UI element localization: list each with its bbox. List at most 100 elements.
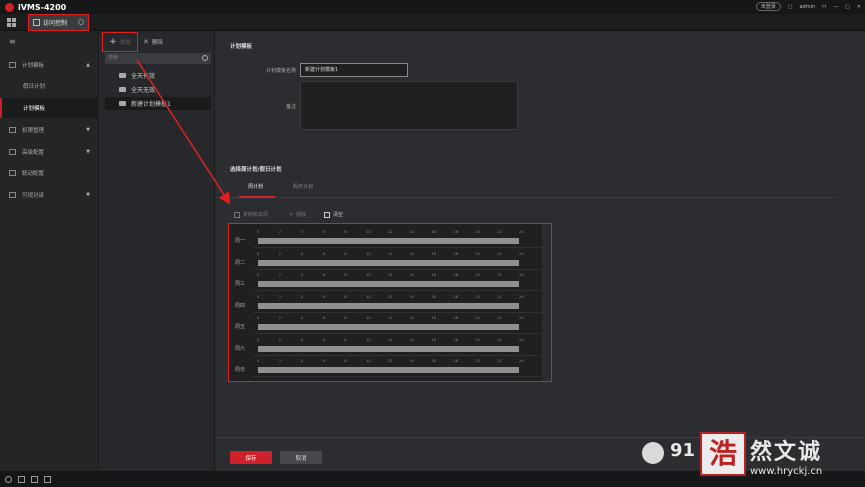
chevron-down-icon: ▼	[86, 127, 90, 133]
hour-tick-label: 16	[431, 273, 437, 277]
hour-tick-label: 4	[300, 359, 303, 363]
lock-screen-icon[interactable]: ⊓	[822, 4, 826, 10]
schedule-time-bar[interactable]	[258, 238, 519, 244]
intercom-icon	[9, 192, 16, 198]
tab-holiday-schedule[interactable]: 假日计划	[293, 183, 313, 190]
chevron-up-icon: ▲	[86, 62, 90, 68]
maximize-icon[interactable]: □	[845, 4, 850, 10]
sidebar-item-holiday-schedule[interactable]: 假日计划	[0, 76, 99, 96]
day-row[interactable]: 周五 0 2 4 6 8 10 12 14 16 18 20 22 24	[229, 314, 551, 335]
sidebar-item-template-active[interactable]: 计划模板	[0, 98, 99, 118]
title-bar: iVMS-4200 未登录 ▢ admin ⊓ — □ ✕	[0, 0, 865, 14]
trash-status-icon[interactable]	[18, 475, 25, 483]
copy-to-week-button[interactable]: 复制到本周	[234, 211, 268, 218]
login-status-button[interactable]: 未登录	[755, 2, 781, 11]
hour-tick-label: 18	[453, 316, 458, 320]
row-separator	[253, 376, 542, 377]
remark-textarea[interactable]	[300, 81, 518, 130]
hour-tick-label: 14	[409, 251, 415, 256]
delete-label: 删除	[296, 212, 307, 218]
sidebar-item-intercom[interactable]: 可视对讲 ▼	[0, 185, 99, 205]
hour-tick-label: 16	[431, 359, 437, 363]
close-icon[interactable]: ✕	[857, 4, 861, 10]
template-item-label: 新建计划模板1	[131, 101, 171, 108]
search-icon[interactable]	[202, 55, 208, 61]
lock-icon[interactable]: ▢	[788, 4, 793, 10]
template-item-all-day-invalid[interactable]: 全天无效	[105, 83, 211, 96]
schedule-time-bar[interactable]	[258, 259, 519, 266]
tab-week-schedule[interactable]: 周计划	[248, 183, 263, 190]
hour-tick-label: 12	[388, 294, 393, 299]
module-tab-bar: 访问控制	[0, 14, 865, 31]
template-item-label: 全天无效	[131, 87, 156, 94]
hour-tick-label: 14	[409, 359, 415, 363]
delete-template-button[interactable]: ✕ 删除	[143, 38, 163, 46]
template-toolbar: + 添加 ✕ 删除	[100, 31, 215, 52]
sound-icon[interactable]	[44, 475, 51, 483]
section-title-template: 计划模板	[230, 44, 253, 50]
minimize-icon[interactable]: —	[833, 4, 838, 10]
schedule-time-bar[interactable]	[258, 367, 519, 373]
hour-tick-label: 10	[366, 316, 371, 320]
hour-tick-label: 24	[519, 337, 524, 342]
user-menu[interactable]: admin	[799, 4, 815, 10]
template-name-label: 计划模板名称	[265, 68, 296, 74]
template-icon	[119, 73, 126, 78]
hour-tick-label: 12	[388, 316, 393, 320]
hour-tick-label: 8	[344, 359, 347, 363]
file-icon[interactable]	[31, 475, 38, 483]
sidebar-item-label: 权限管理	[22, 128, 45, 134]
add-template-button[interactable]: + 添加	[102, 31, 138, 52]
row-separator	[253, 290, 542, 291]
sidebar-item-label: 可视对讲	[22, 193, 45, 199]
template-name-input[interactable]: 新建计划模板1	[300, 63, 408, 77]
template-list-panel: + 添加 ✕ 删除 搜索 全天有效 全天无效 新建计划模板1	[100, 31, 215, 471]
cancel-button[interactable]: 取消	[280, 451, 322, 464]
hour-tick-label: 2	[278, 337, 282, 342]
hour-tick-label: 6	[322, 273, 325, 277]
template-item-all-day-valid[interactable]: 全天有效	[105, 69, 211, 82]
save-button[interactable]: 保存	[230, 451, 272, 464]
week-schedule-grid[interactable]: 周一 0 2 4 6 8 10 12 14 16 18 20 22 24 周二 0 2 4 6 8 10 12 14 16 18…	[228, 223, 552, 382]
tab-close-icon[interactable]	[78, 19, 84, 25]
schedule-time-bar[interactable]	[258, 281, 519, 287]
day-row[interactable]: 周日 0 2 4 6 8 10 12 14 16 18 20 22 24	[229, 357, 551, 378]
template-search-input[interactable]: 搜索	[105, 53, 211, 64]
app-title: iVMS-4200	[18, 2, 67, 12]
hour-tick-label: 0	[257, 251, 260, 256]
sidebar-collapse-icon[interactable]: ≡	[9, 37, 16, 46]
sidebar-item-linkage[interactable]: 联动配置	[0, 163, 99, 183]
hour-tick-label: 14	[409, 273, 415, 277]
hour-tick-label: 24	[519, 316, 524, 320]
hour-ticks: 0 2 4 6 8 10 12 14 16 18 20 22 24	[257, 337, 524, 343]
schedule-section-title: 选择周计划/假日计划	[230, 167, 282, 173]
hour-tick-label: 8	[344, 294, 347, 299]
delete-schedule-button[interactable]: ✕ 删除	[289, 211, 307, 219]
remark-label: 备注	[285, 104, 296, 110]
add-template-label: 添加	[119, 39, 131, 46]
sidebar-item-advanced[interactable]: 高级配置 ▼	[0, 142, 99, 162]
chevron-down-icon: ▼	[86, 149, 90, 155]
clear-schedule-button[interactable]: 清空	[324, 211, 343, 218]
tab-access-control[interactable]: 访问控制	[28, 14, 89, 31]
module-grid-icon[interactable]	[7, 18, 16, 27]
schedule-time-bar[interactable]	[258, 345, 519, 352]
day-row[interactable]: 周二 0 2 4 6 8 10 12 14 16 18 20 22 24	[229, 250, 551, 271]
schedule-time-bar[interactable]	[258, 324, 519, 330]
sidebar-item-schedule-template[interactable]: 计划模板 ▲	[0, 55, 99, 75]
day-row[interactable]: 周六 0 2 4 6 8 10 12 14 16 18 20 22 24	[229, 336, 551, 357]
alarm-icon[interactable]	[5, 475, 12, 483]
day-row[interactable]: 周四 0 2 4 6 8 10 12 14 16 18 20 22 24	[229, 293, 551, 314]
hour-tick-label: 16	[431, 230, 437, 234]
day-row[interactable]: 周三 0 2 4 6 8 10 12 14 16 18 20 22 24	[229, 271, 551, 292]
hour-tick-label: 24	[519, 294, 524, 299]
app-window: iVMS-4200 未登录 ▢ admin ⊓ — □ ✕ 访问控制 ≡ 计划模…	[0, 0, 865, 487]
template-item-new-template-1[interactable]: 新建计划模板1	[105, 97, 211, 110]
hour-tick-label: 22	[497, 294, 502, 299]
sidebar-item-permission[interactable]: 权限管理 ▼	[0, 120, 99, 140]
schedule-time-bar[interactable]	[258, 302, 519, 309]
watermark-number: 91	[670, 440, 696, 461]
hour-tick-label: 12	[388, 251, 393, 256]
day-row[interactable]: 周一 0 2 4 6 8 10 12 14 16 18 20 22 24	[229, 228, 551, 249]
template-icon	[119, 87, 126, 92]
